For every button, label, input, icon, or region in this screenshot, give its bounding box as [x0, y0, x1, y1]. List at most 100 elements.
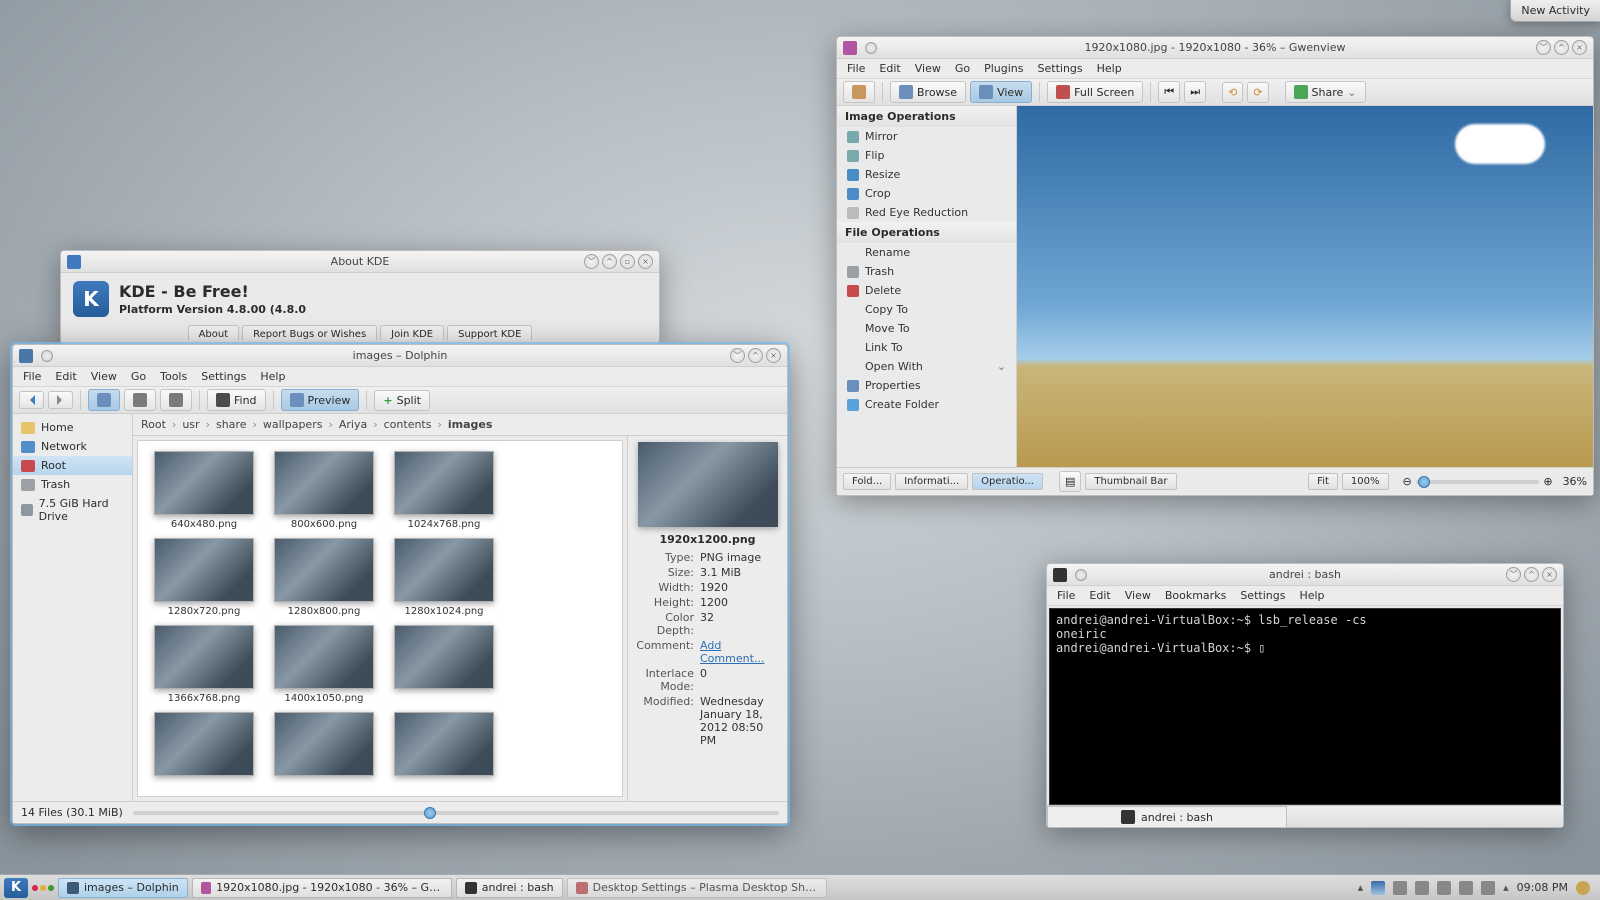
zoom-slider[interactable]: [1416, 480, 1540, 484]
menu-item[interactable]: Help: [260, 370, 285, 383]
maximize-button[interactable]: ^: [1554, 40, 1569, 55]
desktop-tray-icon[interactable]: [1371, 881, 1385, 895]
menu-item[interactable]: Settings: [201, 370, 246, 383]
close-button[interactable]: ×: [1542, 567, 1557, 582]
sidebar-op[interactable]: Properties: [837, 376, 1016, 395]
maximize-button[interactable]: ^: [748, 348, 763, 363]
forward-button[interactable]: [48, 391, 73, 409]
details-view-button[interactable]: [124, 389, 156, 411]
menu-item[interactable]: Edit: [879, 62, 900, 75]
minimize-button[interactable]: ﹀: [1536, 40, 1551, 55]
menu-item[interactable]: Help: [1097, 62, 1122, 75]
device-tray-icon[interactable]: [1481, 881, 1495, 895]
sidebar-op[interactable]: Flip: [837, 146, 1016, 165]
share-button[interactable]: Share ⌄: [1285, 81, 1366, 103]
new-activity-button[interactable]: New Activity: [1510, 0, 1600, 22]
pin-icon[interactable]: [41, 350, 53, 362]
image-viewer[interactable]: [1017, 106, 1593, 467]
task-button[interactable]: 1920x1080.jpg - 1920x1080 - 36% – Gwenvi…: [192, 878, 452, 898]
sound-tray-icon[interactable]: [1459, 881, 1473, 895]
clock[interactable]: 09:08 PM: [1517, 881, 1568, 894]
menu-item[interactable]: File: [1057, 589, 1075, 602]
thumbnail-bar-button[interactable]: Thumbnail Bar: [1085, 473, 1176, 490]
menu-item[interactable]: Go: [955, 62, 970, 75]
konsole-tab[interactable]: andrei : bash: [1047, 806, 1287, 827]
menu-item[interactable]: Settings: [1038, 62, 1083, 75]
breadcrumb-item[interactable]: contents: [384, 418, 432, 431]
back-button[interactable]: [19, 391, 44, 409]
file-item[interactable]: 1366x768.png: [148, 625, 260, 704]
fullscreen-button[interactable]: Full Screen: [1047, 81, 1143, 103]
restore-button[interactable]: ▫: [620, 254, 635, 269]
breadcrumb-item[interactable]: usr: [182, 418, 199, 431]
minimize-button[interactable]: ﹀: [1506, 567, 1521, 582]
sidebar-op[interactable]: Mirror: [837, 127, 1016, 146]
kickoff-button[interactable]: K: [4, 878, 28, 898]
file-item[interactable]: 800x600.png: [268, 451, 380, 530]
file-item[interactable]: [148, 712, 260, 780]
thumbbar-toggle[interactable]: ▤: [1059, 471, 1081, 492]
breadcrumb-item[interactable]: Root: [141, 418, 166, 431]
place-item[interactable]: Network: [13, 437, 132, 456]
file-item[interactable]: 1280x800.png: [268, 538, 380, 617]
menu-item[interactable]: Bookmarks: [1165, 589, 1226, 602]
icons-view-button[interactable]: [88, 389, 120, 411]
pager[interactable]: [32, 885, 54, 891]
sidebar-op[interactable]: Create Folder: [837, 395, 1016, 414]
view-button[interactable]: View: [970, 81, 1032, 103]
rotate-left-button[interactable]: ⟲: [1222, 82, 1243, 103]
browse-button[interactable]: Browse: [890, 81, 966, 103]
maximize-button[interactable]: ^: [602, 254, 617, 269]
sidebar-op[interactable]: Open With⌄: [837, 357, 1016, 376]
zoom-slider[interactable]: [133, 811, 779, 815]
fit-button[interactable]: Fit: [1308, 473, 1338, 490]
menu-item[interactable]: Edit: [1089, 589, 1110, 602]
minimize-button[interactable]: ﹀: [730, 348, 745, 363]
information-tab[interactable]: Informati...: [895, 473, 968, 490]
expand-tray-icon[interactable]: ▴: [1358, 881, 1364, 894]
maximize-button[interactable]: ^: [1524, 567, 1539, 582]
notifications-tray-icon[interactable]: [1393, 881, 1407, 895]
prev-button[interactable]: ⏮: [1158, 81, 1180, 103]
minimize-button[interactable]: ﹀: [584, 254, 599, 269]
menu-item[interactable]: Help: [1299, 589, 1324, 602]
close-button[interactable]: ×: [1572, 40, 1587, 55]
terminal[interactable]: andrei@andrei-VirtualBox:~$ lsb_release …: [1049, 608, 1561, 805]
zoom-out-icon[interactable]: ⊖: [1403, 475, 1412, 488]
task-button[interactable]: Desktop Settings – Plasma Desktop Shell: [567, 878, 827, 898]
network-tray-icon[interactable]: [1437, 881, 1451, 895]
breadcrumb-item[interactable]: Ariya: [339, 418, 367, 431]
menu-item[interactable]: Settings: [1240, 589, 1285, 602]
operations-tab[interactable]: Operatio...: [972, 473, 1043, 490]
menu-item[interactable]: File: [23, 370, 41, 383]
sidebar-op[interactable]: Move To: [837, 319, 1016, 338]
menu-item[interactable]: File: [847, 62, 865, 75]
task-button[interactable]: andrei : bash: [456, 878, 563, 898]
breadcrumb-item[interactable]: share: [216, 418, 247, 431]
sidebar-op[interactable]: Link To: [837, 338, 1016, 357]
menu-item[interactable]: View: [915, 62, 941, 75]
file-item[interactable]: 1280x1024.png: [388, 538, 500, 617]
menu-item[interactable]: View: [91, 370, 117, 383]
gwenview-titlebar[interactable]: 1920x1080.jpg - 1920x1080 - 36% – Gwenvi…: [837, 37, 1593, 59]
folders-tab[interactable]: Fold...: [843, 473, 891, 490]
pin-icon[interactable]: [1075, 569, 1087, 581]
sidebar-op[interactable]: Resize: [837, 165, 1016, 184]
about-tab[interactable]: About: [188, 325, 240, 340]
close-button[interactable]: ×: [766, 348, 781, 363]
clipboard-tray-icon[interactable]: [1415, 881, 1429, 895]
zoom-in-icon[interactable]: ⊕: [1543, 475, 1552, 488]
zoom-100-button[interactable]: 100%: [1342, 473, 1389, 490]
file-item[interactable]: [388, 625, 500, 704]
konsole-titlebar[interactable]: andrei : bash ﹀ ^ ×: [1047, 564, 1563, 586]
task-button[interactable]: images – Dolphin: [58, 878, 188, 898]
about-tab[interactable]: Join KDE: [380, 325, 444, 340]
rotate-right-button[interactable]: ⟳: [1247, 82, 1268, 103]
columns-view-button[interactable]: [160, 389, 192, 411]
cashew-icon[interactable]: [1576, 881, 1590, 895]
close-button[interactable]: ×: [638, 254, 653, 269]
sidebar-op[interactable]: Trash: [837, 262, 1016, 281]
about-kde-titlebar[interactable]: About KDE ﹀ ^ ▫ ×: [61, 251, 659, 273]
place-item[interactable]: 7.5 GiB Hard Drive: [13, 494, 132, 526]
file-item[interactable]: [268, 712, 380, 780]
